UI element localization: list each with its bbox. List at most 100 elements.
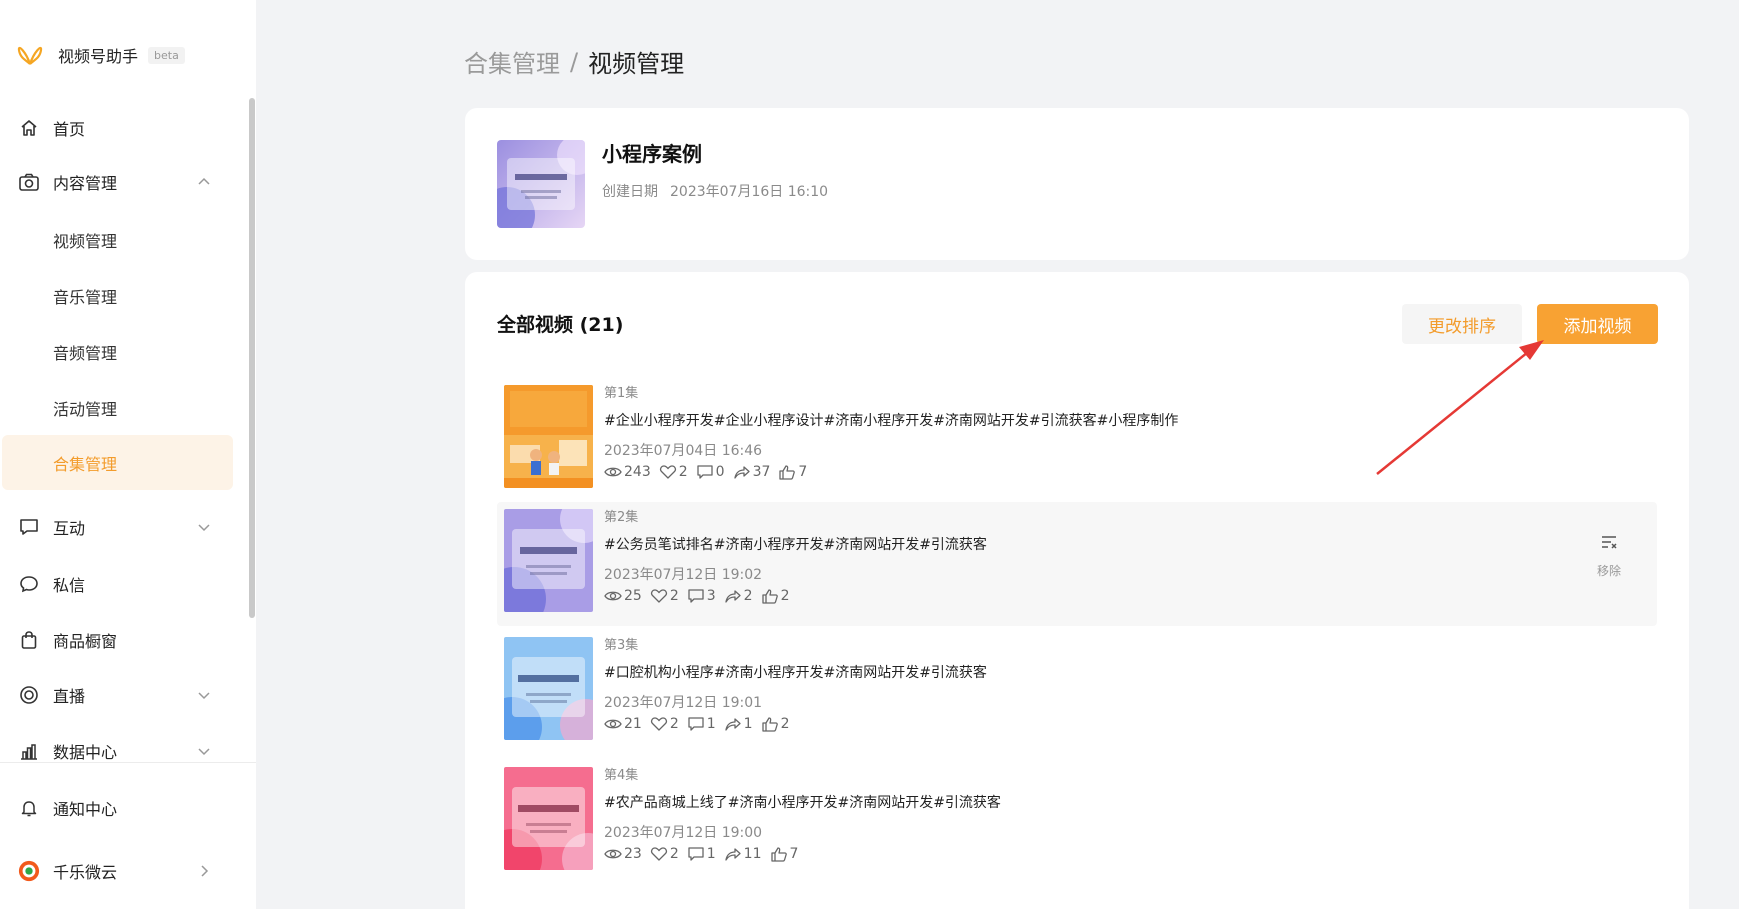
sidebar-item-interaction[interactable]: 互动	[0, 505, 240, 549]
sidebar-item-live[interactable]: 直播	[0, 673, 240, 717]
created-date-value: 2023年07月16日 16:10	[670, 184, 829, 200]
breadcrumb: 合集管理 / 视频管理	[464, 44, 684, 79]
thumbs-up-icon	[779, 465, 796, 480]
thumbs-up-stat: 7	[770, 846, 799, 862]
video-title: #企业小程序开发#企业小程序设计#济南小程序开发#济南网站开发#引流获客#小程序…	[604, 413, 1179, 429]
comments-stat: 1	[687, 716, 716, 732]
sidebar-item-content[interactable]: 内容管理	[0, 160, 240, 204]
sidebar-item-notifications[interactable]: 通知中心	[0, 786, 240, 830]
views-stat: 25	[604, 588, 642, 604]
add-video-button[interactable]: 添加视频	[1537, 304, 1658, 344]
video-title: #农产品商城上线了#济南小程序开发#济南网站开发#引流获客	[604, 795, 1001, 811]
heart-icon	[650, 847, 667, 861]
comments-count: 0	[715, 464, 725, 480]
comments-count: 3	[706, 588, 716, 604]
sidebar-sub-label: 音乐管理	[53, 288, 118, 307]
remove-label: 移除	[1596, 564, 1621, 578]
comments-count: 1	[706, 846, 716, 862]
thumbs-up-stat: 2	[761, 588, 790, 604]
share-icon	[733, 466, 750, 479]
video-title: #口腔机构小程序#济南小程序开发#济南网站开发#引流获客	[604, 665, 987, 681]
shares-count: 37	[752, 464, 771, 480]
comments-stat: 3	[687, 588, 716, 604]
collection-title: 小程序案例	[602, 142, 702, 166]
eye-icon	[604, 591, 622, 601]
shares-count: 1	[743, 716, 753, 732]
thumbs-up-count: 2	[780, 588, 790, 604]
sidebar-item-private-message[interactable]: 私信	[0, 562, 240, 606]
sidebar-sub-audio[interactable]: 音频管理	[0, 330, 240, 374]
sidebar-scrollbar[interactable]	[249, 98, 255, 618]
beta-badge: beta	[148, 46, 185, 64]
heart-icon	[659, 465, 676, 479]
sidebar-sub-label: 活动管理	[53, 400, 118, 419]
video-stats: 23 2 1 11 7	[604, 846, 806, 862]
bell-icon	[18, 797, 40, 819]
sidebar-sub-label: 合集管理	[53, 454, 118, 474]
views-stat: 23	[604, 846, 642, 862]
shares-stat: 11	[724, 846, 762, 862]
likes-stat: 2	[650, 846, 679, 862]
sidebar-sub-collection[interactable]: 合集管理	[2, 435, 233, 490]
sidebar-divider	[0, 762, 256, 763]
change-order-button[interactable]: 更改排序	[1402, 304, 1522, 344]
views-stat: 21	[604, 716, 642, 732]
collection-card: 小程序案例 创建日期 2023年07月16日 16:10	[465, 108, 1689, 260]
video-row[interactable]: 第4集 #农产品商城上线了#济南小程序开发#济南网站开发#引流获客 2023年0…	[497, 760, 1657, 884]
likes-count: 2	[669, 846, 679, 862]
sidebar-item-shop-window[interactable]: 商品橱窗	[0, 618, 240, 662]
sidebar-item-label: 互动	[53, 519, 86, 538]
episode-label: 第4集	[604, 768, 639, 783]
chevron-down-icon[interactable]	[197, 688, 211, 702]
video-thumbnail[interactable]	[504, 767, 593, 870]
chevron-up-icon[interactable]	[197, 175, 211, 189]
remove-button[interactable]: 移除	[1587, 532, 1631, 579]
app-name: 视频号助手	[58, 47, 139, 66]
heart-icon	[650, 717, 667, 731]
sidebar-item-account[interactable]: 千乐微云	[0, 849, 240, 893]
shopping-bag-icon	[18, 629, 40, 651]
sidebar-sub-label: 视频管理	[53, 232, 118, 251]
sidebar-sub-label: 音频管理	[53, 344, 118, 363]
chevron-right-icon[interactable]	[197, 864, 211, 878]
sidebar-sub-activity[interactable]: 活动管理	[0, 386, 240, 430]
likes-stat: 2	[650, 588, 679, 604]
likes-stat: 2	[659, 464, 688, 480]
comment-icon	[688, 717, 704, 731]
video-list-title: 全部视频 (21)	[497, 314, 624, 336]
views-stat: 243	[604, 464, 651, 480]
video-date: 2023年07月04日 16:46	[604, 443, 763, 459]
thumbs-up-count: 7	[789, 846, 799, 862]
chevron-down-icon[interactable]	[197, 744, 211, 758]
shares-stat: 1	[724, 716, 753, 732]
bar-chart-icon	[18, 740, 40, 762]
thumbs-up-count: 2	[780, 716, 790, 732]
sidebar-sub-video[interactable]: 视频管理	[0, 218, 240, 262]
breadcrumb-parent-link[interactable]: 合集管理	[464, 44, 560, 79]
video-row[interactable]: 第1集 #企业小程序开发#企业小程序设计#济南小程序开发#济南网站开发#引流获客…	[497, 378, 1657, 502]
sidebar-item-home[interactable]: 首页	[0, 106, 240, 150]
thumbs-up-stat: 2	[761, 716, 790, 732]
account-avatar-icon	[18, 860, 40, 882]
video-thumbnail[interactable]	[504, 509, 593, 612]
sidebar-sub-music[interactable]: 音乐管理	[0, 274, 240, 318]
sidebar-item-data-center[interactable]: 数据中心	[0, 729, 240, 773]
created-date-label: 创建日期	[602, 184, 658, 200]
video-stats: 243 2 0 37 7	[604, 464, 815, 480]
eye-icon	[604, 719, 622, 729]
video-row[interactable]: 第2集 #公务员笔试排名#济南小程序开发#济南网站开发#引流获客 2023年07…	[497, 502, 1657, 626]
sidebar-item-label: 私信	[53, 576, 86, 595]
collection-cover-thumbnail	[497, 140, 585, 228]
chevron-down-icon[interactable]	[197, 520, 211, 534]
video-title: #公务员笔试排名#济南小程序开发#济南网站开发#引流获客	[604, 537, 987, 553]
brand[interactable]: 视频号助手 beta	[16, 40, 185, 70]
video-thumbnail[interactable]	[504, 385, 593, 488]
video-row[interactable]: 第3集 #口腔机构小程序#济南小程序开发#济南网站开发#引流获客 2023年07…	[497, 630, 1657, 754]
sidebar-item-label: 商品橱窗	[53, 632, 118, 651]
camera-icon	[18, 171, 40, 193]
likes-count: 2	[678, 464, 688, 480]
sidebar: 视频号助手 beta 首页 内容管理 视频管理 音乐管理 音频管理 活动管理 合…	[0, 0, 256, 909]
views-count: 21	[624, 716, 642, 732]
video-thumbnail[interactable]	[504, 637, 593, 740]
share-icon	[725, 590, 741, 603]
